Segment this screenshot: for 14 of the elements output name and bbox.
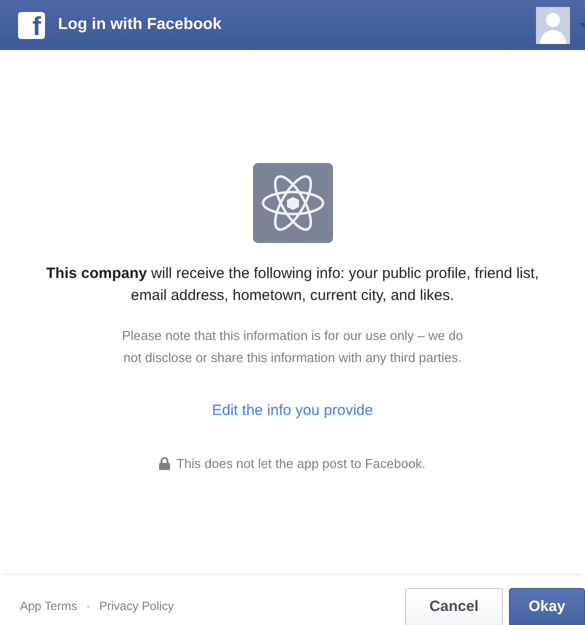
facebook-logo: f: [18, 12, 45, 38]
window-title: Log in with Facebook: [58, 15, 222, 35]
permissions-text: This company will receive the following info: your public profile, friend list, email address, hometown, current city, and likes.: [45, 264, 540, 306]
footer-link[interactable]: Privacy Policy: [99, 597, 174, 615]
edit-info-link[interactable]: Edit the info you provide: [212, 400, 373, 422]
lock-icon: [159, 456, 170, 470]
link-separator: ·: [86, 598, 90, 615]
atom-icon: [252, 163, 332, 243]
okay-button[interactable]: Okay: [509, 588, 585, 625]
post-notice: This does not let the app post to Facebook.: [176, 454, 426, 473]
avatar-icon[interactable]: [536, 6, 570, 44]
footer-link[interactable]: App Terms: [20, 597, 78, 615]
cancel-button[interactable]: Cancel: [405, 588, 503, 625]
privacy-note: Please note that this information is for our use only – we do not disclose or share this information with any third parties.: [120, 327, 464, 367]
